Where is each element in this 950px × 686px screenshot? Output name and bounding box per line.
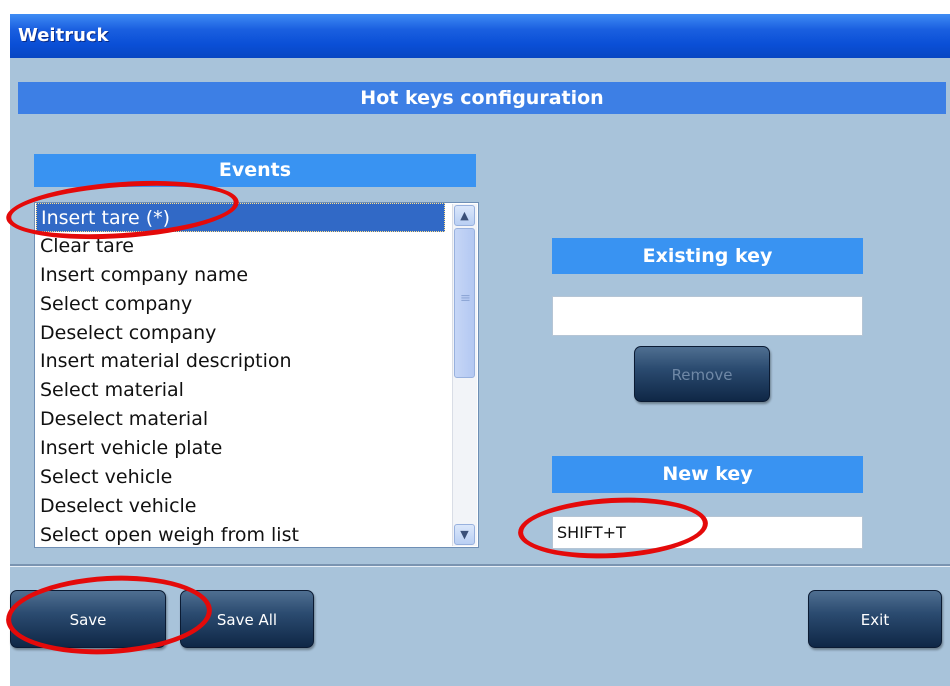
- list-item-insert-tare[interactable]: Insert tare (*): [36, 203, 445, 232]
- save-all-button[interactable]: Save All: [180, 590, 314, 648]
- title-bar[interactable]: Weitruck: [10, 14, 950, 58]
- save-button[interactable]: Save: [10, 590, 166, 648]
- chevron-up-icon[interactable]: ▲: [454, 205, 475, 226]
- list-item-clear-tare[interactable]: Clear tare: [36, 232, 445, 261]
- events-header: Events: [34, 154, 476, 187]
- list-item-insert-vehicle-plate[interactable]: Insert vehicle plate: [36, 434, 445, 463]
- list-item-select-material[interactable]: Select material: [36, 376, 445, 405]
- list-item-deselect-material[interactable]: Deselect material: [36, 405, 445, 434]
- divider: [10, 564, 950, 567]
- list-item-deselect-vehicle[interactable]: Deselect vehicle: [36, 492, 445, 521]
- new-key-header: New key: [552, 456, 863, 493]
- list-item-insert-material-description[interactable]: Insert material description: [36, 347, 445, 376]
- existing-key-field[interactable]: [552, 296, 863, 336]
- events-list[interactable]: Insert tare (*) Clear tare Insert compan…: [34, 202, 479, 548]
- new-key-field[interactable]: SHIFT+T: [552, 516, 863, 549]
- list-item-select-open-weigh[interactable]: Select open weigh from list: [36, 521, 445, 550]
- list-item-insert-company-name[interactable]: Insert company name: [36, 261, 445, 290]
- chevron-down-icon[interactable]: ▼: [454, 524, 475, 545]
- list-item-select-company[interactable]: Select company: [36, 290, 445, 319]
- existing-key-header: Existing key: [552, 238, 863, 274]
- scrollbar-thumb[interactable]: [454, 228, 475, 378]
- list-item-select-vehicle[interactable]: Select vehicle: [36, 463, 445, 492]
- app-window: Weitruck Hot keys configuration Events I…: [10, 14, 950, 686]
- page-title: Hot keys configuration: [18, 82, 946, 114]
- events-scrollbar[interactable]: ▲ ▼: [452, 204, 477, 546]
- remove-button[interactable]: Remove: [634, 346, 770, 402]
- window-title: Weitruck: [18, 25, 109, 46]
- exit-button[interactable]: Exit: [808, 590, 942, 648]
- list-item-deselect-company[interactable]: Deselect company: [36, 319, 445, 348]
